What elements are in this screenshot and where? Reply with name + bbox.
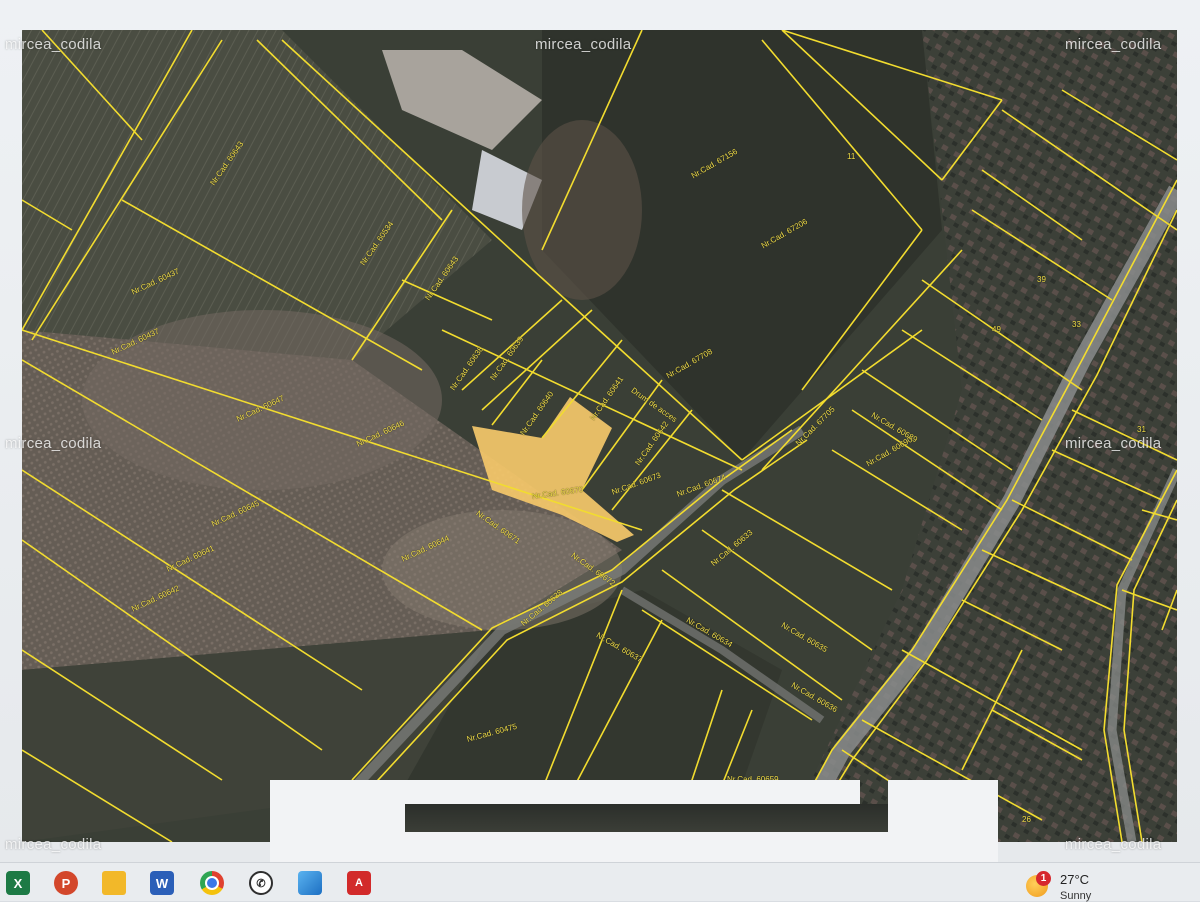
map-graphic: [22, 30, 1177, 842]
chrome-icon[interactable]: [200, 871, 224, 895]
watermark-mid-right: mircea_codila: [1065, 435, 1162, 452]
acrobat-icon[interactable]: A: [347, 871, 371, 895]
watermark-bottom-left: mircea_codila: [5, 836, 102, 853]
watermark-mid-left: mircea_codila: [5, 435, 102, 452]
weather-condition: Sunny: [1060, 890, 1092, 902]
word-icon[interactable]: W: [150, 871, 174, 895]
weather-widget[interactable]: 1 27°C Sunny: [1026, 867, 1200, 902]
watermark-bottom-right: mircea_codila: [1065, 836, 1162, 853]
watermark-top-center: mircea_codila: [535, 36, 632, 53]
redaction-block: [405, 832, 888, 862]
powerpoint-icon[interactable]: P: [54, 871, 78, 895]
photos-icon[interactable]: [298, 871, 322, 895]
weather-temperature: 27°C: [1060, 872, 1090, 887]
file-explorer-icon[interactable]: [102, 871, 126, 895]
watermark-top-right: mircea_codila: [1065, 36, 1162, 53]
taskbar: X P W ✆ A 1 27°C Sunny: [0, 862, 1200, 902]
cadastral-map: Nr.Cad. 60643 Nr.Cad. 60534 Nr.Cad. 6043…: [22, 30, 1177, 842]
redaction-block: [888, 780, 998, 862]
notification-badge: 1: [1036, 871, 1051, 886]
monitor-screen: Nr.Cad. 60643 Nr.Cad. 60534 Nr.Cad. 6043…: [0, 0, 1200, 862]
redaction-dark-strip: [405, 804, 888, 832]
redaction-block: [270, 780, 860, 806]
watermark-top-left: mircea_codila: [5, 36, 102, 53]
whatsapp-icon[interactable]: ✆: [249, 871, 273, 895]
excel-icon[interactable]: X: [6, 871, 30, 895]
redaction-block: [270, 806, 405, 862]
